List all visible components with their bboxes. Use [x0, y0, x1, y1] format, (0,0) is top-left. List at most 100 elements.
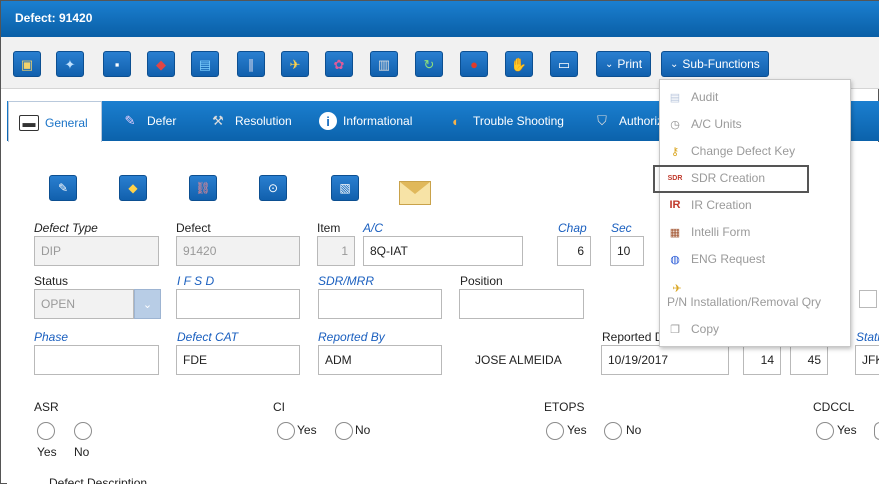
- tab-label: Trouble Shooting: [473, 114, 564, 128]
- asr-label: ASR: [34, 400, 59, 414]
- link-action-button[interactable]: ⛓: [189, 175, 217, 201]
- new-item-button[interactable]: ✦: [56, 51, 84, 77]
- reported-date-label: Reported D: [602, 330, 664, 344]
- aircraft-button[interactable]: ✈: [281, 51, 309, 77]
- chap-label[interactable]: Chap: [558, 221, 587, 235]
- ac-field[interactable]: 8Q-IAT: [363, 236, 523, 266]
- info-icon: i: [319, 112, 337, 130]
- menu-item-audit[interactable]: ▤ Audit: [667, 86, 719, 108]
- eraser-icon: ◆: [156, 56, 166, 72]
- search-action-button[interactable]: ⊙: [259, 175, 287, 201]
- traffic-light-icon: ●: [470, 56, 478, 72]
- menu-item-copy[interactable]: ❐ Copy: [667, 318, 719, 340]
- ci-no-radio[interactable]: [335, 422, 353, 440]
- sub-functions-button[interactable]: ⌄ Sub-Functions: [661, 51, 769, 77]
- defect-type-field[interactable]: DIP: [34, 236, 159, 266]
- menu-item-ir-creation[interactable]: IR IR Creation: [667, 194, 752, 216]
- tab-informational[interactable]: i Informational: [309, 101, 422, 141]
- troubleshoot-icon: ◐: [452, 113, 460, 129]
- menu-item-label: A/C Units: [691, 117, 742, 131]
- reported-by-field[interactable]: ADM: [318, 345, 442, 375]
- tab-trouble-shooting[interactable]: ◐ Trouble Shooting: [435, 101, 574, 141]
- tab-general[interactable]: ▬ General: [8, 101, 102, 143]
- etops-yes-label: Yes: [567, 423, 587, 437]
- chap-field[interactable]: 6: [557, 236, 591, 266]
- sec-field[interactable]: 10: [610, 236, 644, 266]
- image-icon: ▧: [339, 181, 351, 195]
- print-button[interactable]: ⌄ Print: [596, 51, 652, 77]
- warning-action-button[interactable]: ◆: [119, 175, 147, 201]
- document-icon: ▣: [20, 56, 34, 72]
- ifsd-label[interactable]: I F S D: [177, 274, 214, 288]
- status-label: Status: [34, 274, 69, 288]
- reported-by-label[interactable]: Reported By: [318, 330, 385, 344]
- link-icon: ⛓: [195, 181, 211, 195]
- status-select[interactable]: OPEN: [34, 289, 134, 319]
- cdccl-yes-radio[interactable]: [816, 422, 834, 440]
- defect-cat-field[interactable]: FDE: [176, 345, 300, 375]
- ci-yes-radio[interactable]: [277, 422, 295, 440]
- reporter-name: JOSE ALMEIDA: [475, 353, 562, 367]
- tab-label: Resolution: [235, 114, 292, 128]
- envelope-icon[interactable]: [399, 181, 431, 205]
- tab-label: General: [45, 115, 88, 130]
- menu-item-ac-units[interactable]: ◷ A/C Units: [667, 113, 742, 135]
- etops-no-radio[interactable]: [604, 422, 622, 440]
- menu-item-intelli-form[interactable]: ▦ Intelli Form: [667, 221, 751, 243]
- defer-action-button[interactable]: ✎: [49, 175, 77, 201]
- cdccl-label: CDCCL: [813, 400, 855, 414]
- ifsd-field[interactable]: [176, 289, 300, 319]
- etops-yes-radio[interactable]: [546, 422, 564, 440]
- defect-cat-label[interactable]: Defect CAT: [177, 330, 238, 344]
- asr-yes-radio[interactable]: [37, 422, 55, 440]
- delete-button[interactable]: ◆: [147, 51, 175, 77]
- menu-item-label: Intelli Form: [691, 225, 751, 239]
- phase-label[interactable]: Phase: [34, 330, 68, 344]
- tab-defer[interactable]: ✎ Defer: [109, 101, 186, 141]
- sdr-mrr-field[interactable]: [318, 289, 442, 319]
- parts-button[interactable]: ✿: [325, 51, 353, 77]
- new-record-button[interactable]: ▣: [13, 51, 41, 77]
- window-button[interactable]: ▭: [550, 51, 578, 77]
- tab-label: Informational: [343, 114, 413, 128]
- ci-no-label: No: [355, 423, 371, 437]
- edit-button[interactable]: ▤: [191, 51, 219, 77]
- item-field[interactable]: 1: [317, 236, 355, 266]
- ci-label: CI: [273, 400, 285, 414]
- phase-field[interactable]: [34, 345, 159, 375]
- menu-item-pn-installation-removal[interactable]: P/N Installation/Removal Qry: [667, 291, 821, 313]
- ac-label[interactable]: A/C: [363, 221, 383, 235]
- tab-resolution[interactable]: ⚒ Resolution: [197, 101, 302, 141]
- refresh-button[interactable]: ↻: [415, 51, 443, 77]
- sign-off-button[interactable]: ✋: [505, 51, 533, 77]
- defect-number-field[interactable]: 91420: [176, 236, 300, 266]
- asr-no-radio[interactable]: [74, 422, 92, 440]
- window-icon: ▭: [557, 56, 571, 72]
- position-field[interactable]: [459, 289, 584, 319]
- menu-item-eng-request[interactable]: ◍ ENG Request: [667, 248, 765, 270]
- new-document-icon: ✦: [64, 56, 76, 72]
- status-button[interactable]: ●: [460, 51, 488, 77]
- checkbox[interactable]: [859, 290, 877, 308]
- save-icon: ▪: [114, 56, 120, 72]
- attach-button[interactable]: ∥: [237, 51, 265, 77]
- asr-no-label: No: [74, 445, 90, 459]
- reported-date-field[interactable]: 10/19/2017: [601, 345, 729, 375]
- station-label[interactable]: Statio: [856, 330, 879, 344]
- defer-icon: ✎: [124, 113, 136, 128]
- defect-type-label: Defect Type: [34, 221, 98, 235]
- station-field[interactable]: JFK: [855, 345, 879, 375]
- hand-icon: ✋: [510, 56, 528, 72]
- status-dropdown-button[interactable]: ⌄: [134, 289, 161, 319]
- report-button[interactable]: ▥: [370, 51, 398, 77]
- reported-hour-field[interactable]: 14: [743, 345, 781, 375]
- cdccl-no-radio[interactable]: [874, 422, 879, 440]
- image-action-button[interactable]: ▧: [331, 175, 359, 201]
- menu-item-change-defect-key[interactable]: ⚷ Change Defect Key: [667, 140, 795, 162]
- tab-label: Authoriz: [619, 114, 664, 128]
- save-button[interactable]: ▪: [103, 51, 131, 77]
- menu-item-label: Change Defect Key: [691, 144, 796, 158]
- reported-minute-field[interactable]: 45: [790, 345, 828, 375]
- sec-label[interactable]: Sec: [611, 221, 632, 235]
- sdr-mrr-label[interactable]: SDR/MRR: [318, 274, 374, 288]
